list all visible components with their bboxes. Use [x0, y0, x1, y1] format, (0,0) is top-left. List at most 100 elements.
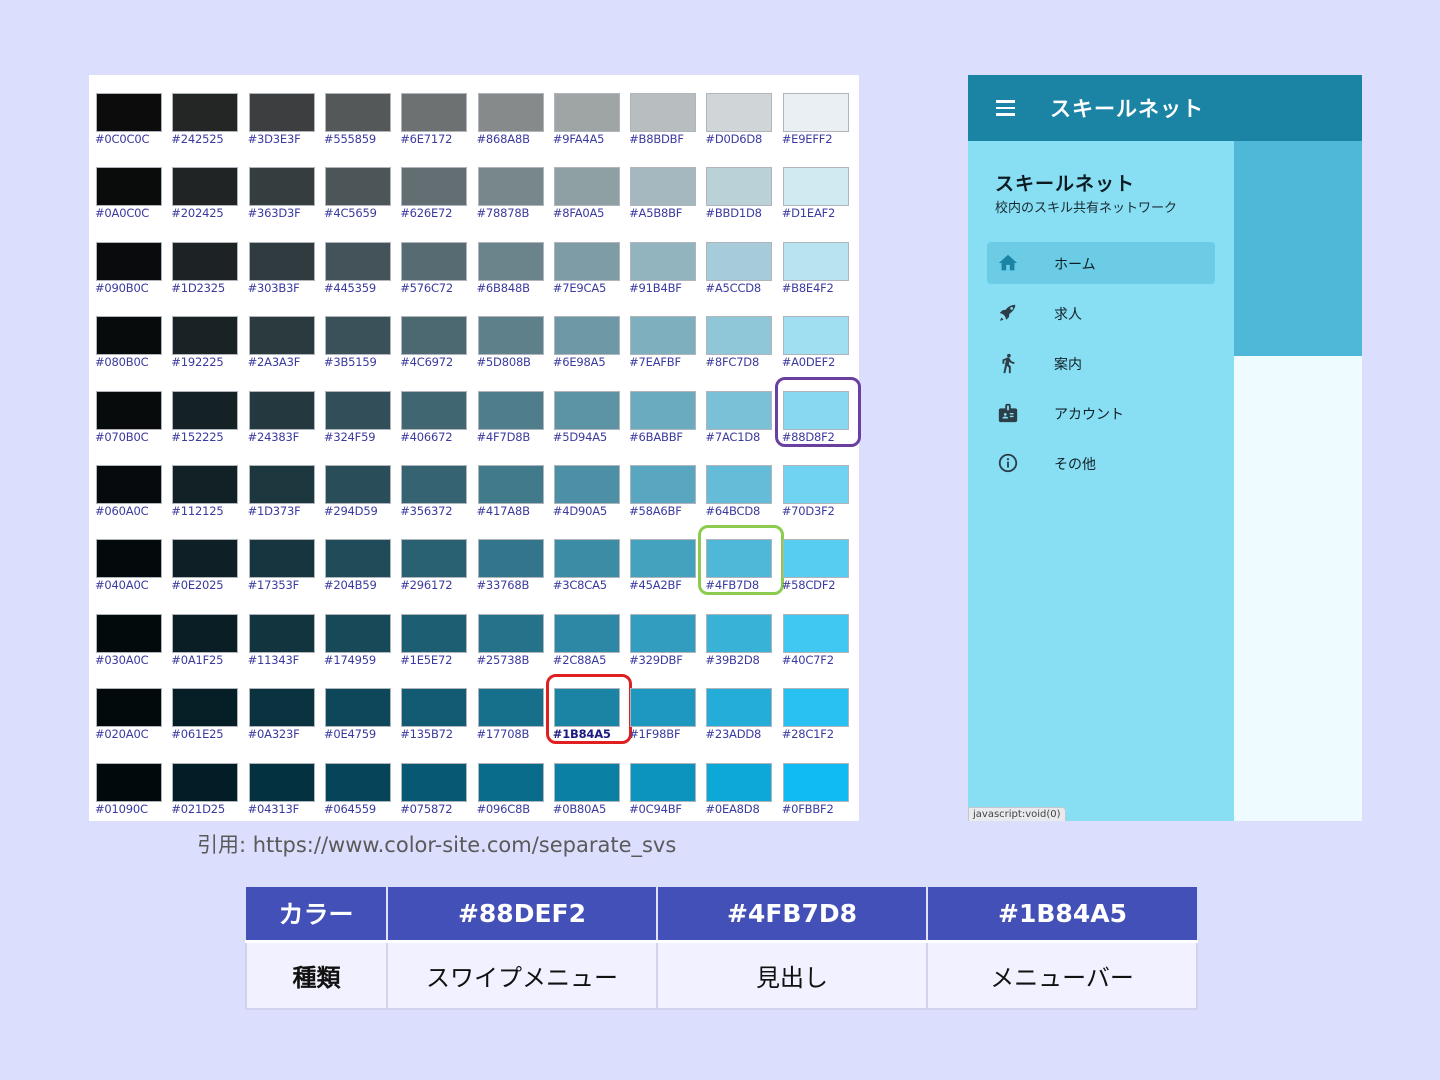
color-code-label: #060A0C: [95, 504, 149, 518]
color-code-label: #A5CCD8: [705, 280, 762, 295]
color-swatch: [477, 167, 544, 207]
color-code-label: #B8BDBF: [629, 132, 684, 146]
color-swatch: [172, 390, 239, 430]
color-code-label: #39B2D8: [705, 652, 760, 667]
color-swatch-cell: #0A1F25: [165, 596, 241, 670]
color-swatch-cell: #BBD1D8: [699, 149, 775, 223]
color-swatch: [706, 167, 773, 207]
color-swatch-cell: #A5CCD8: [699, 224, 775, 298]
color-code-label: #9FA4A5: [552, 132, 605, 146]
color-swatch-cell: #356372: [394, 447, 470, 521]
color-code-label: #1D2325: [171, 280, 225, 295]
color-code-label: #7AC1D8: [705, 429, 761, 444]
color-swatch: [706, 316, 773, 356]
color-swatch: [553, 316, 620, 356]
color-swatch-cell: #0FBBF2: [776, 745, 852, 819]
color-swatch-cell: #7E9CA5: [547, 224, 623, 298]
color-swatch-cell: #91B4BF: [623, 224, 699, 298]
color-swatch: [782, 390, 849, 430]
color-swatch: [248, 762, 315, 802]
color-code-label: #555859: [323, 132, 377, 146]
nav-item-other[interactable]: その他: [987, 442, 1215, 484]
app-mockup: スキールネット スキールネット 校内のスキル共有ネットワーク ホーム 求人 案内: [968, 75, 1362, 821]
color-swatch: [401, 93, 468, 132]
color-code-label: #0EA8D8: [705, 801, 760, 816]
color-swatch: [324, 316, 391, 356]
color-swatch-cell: #3D3E3F: [242, 75, 318, 149]
drawer-title: スキールネット: [995, 173, 1136, 195]
color-code-label: #B8E4F2: [781, 280, 834, 295]
color-swatch: [782, 167, 849, 207]
table-header-row: カラー #88DEF2 #4FB7D8 #1B84A5: [246, 887, 1197, 943]
color-swatch: [96, 613, 162, 653]
color-swatch-cell: #4FB7D8: [699, 521, 775, 595]
color-swatch-cell: #D0D6D8: [699, 75, 775, 149]
color-swatch: [324, 613, 391, 653]
nav-item-account[interactable]: アカウント: [987, 392, 1215, 434]
color-swatch-cell: #868A8B: [471, 75, 547, 149]
color-swatch: [324, 241, 391, 281]
color-swatch: [477, 316, 544, 356]
color-swatch: [630, 390, 697, 430]
color-swatch-cell: #8FA0A5: [547, 149, 623, 223]
color-code-label: #0C0C0C: [95, 132, 150, 146]
color-code-label: #28C1F2: [781, 727, 834, 742]
color-swatch: [477, 688, 544, 728]
color-swatch-cell: #33768B: [471, 521, 547, 595]
color-swatch-cell: #021D25: [165, 745, 241, 819]
color-swatch: [553, 241, 620, 281]
color-code-label: #1F98BF: [629, 727, 681, 742]
color-code-label: #329DBF: [629, 652, 683, 667]
color-code-label: #135B72: [400, 727, 453, 742]
color-swatch-cell: #B8E4F2: [776, 224, 852, 298]
drawer-subtitle: 校内のスキル共有ネットワーク: [995, 201, 1178, 216]
color-code-label: #030A0C: [95, 652, 149, 667]
nav-item-jobs[interactable]: 求人: [987, 292, 1215, 334]
color-swatch-cell: #40C7F2: [776, 596, 852, 670]
color-code-label: #192225: [171, 355, 224, 370]
color-swatch-cell: #70D3F2: [776, 447, 852, 521]
color-code-label: #075872: [400, 801, 453, 816]
color-swatch-cell: #080B0C: [89, 298, 165, 372]
color-swatch: [553, 613, 620, 653]
color-swatch-cell: #1E5E72: [394, 596, 470, 670]
color-swatch: [96, 390, 162, 430]
color-swatch: [477, 762, 544, 802]
color-swatch: [553, 688, 620, 728]
color-code-label: #0A323F: [247, 727, 300, 742]
color-swatch-cell: #17353F: [242, 521, 318, 595]
color-swatch: [172, 316, 239, 356]
color-code-label: #4FB7D8: [705, 578, 759, 593]
color-code-label: #296172: [400, 578, 453, 593]
color-swatch: [477, 241, 544, 281]
nav-item-guide[interactable]: 案内: [987, 342, 1215, 384]
color-swatch-cell: #24383F: [242, 373, 318, 447]
color-swatch: [553, 539, 620, 579]
color-swatch: [401, 465, 468, 504]
color-code-label: #1B84A5: [552, 727, 611, 742]
color-swatch-cell: #303B3F: [242, 224, 318, 298]
color-swatch-cell: #202425: [165, 149, 241, 223]
color-swatch-cell: #061E25: [165, 670, 241, 744]
color-swatch: [782, 241, 849, 281]
color-swatch-cell: #6B848B: [471, 224, 547, 298]
color-swatch-cell: #090B0C: [89, 224, 165, 298]
color-swatch-cell: #39B2D8: [699, 596, 775, 670]
color-swatch-cell: #0EA8D8: [699, 745, 775, 819]
color-swatch-cell: #88D8F2: [776, 373, 852, 447]
hamburger-menu-icon[interactable]: [996, 100, 1015, 116]
color-palette-panel: #0C0C0C #242525 #3D3E3F #555859 #6E7172 #868A…: [89, 75, 861, 821]
color-swatch-cell: #17708B: [471, 670, 547, 744]
color-code-label: #3C8CA5: [552, 578, 607, 593]
color-swatch-cell: #1B84A5: [547, 670, 623, 744]
color-code-label: #363D3F: [247, 206, 301, 221]
color-code-label: #6B848B: [476, 280, 530, 295]
color-swatch: [248, 241, 315, 281]
color-code-label: #061E25: [171, 727, 224, 742]
color-code-label: #445359: [323, 280, 377, 295]
nav-item-home[interactable]: ホーム: [987, 242, 1215, 284]
color-swatch: [706, 688, 773, 728]
color-swatch: [477, 539, 544, 579]
color-swatch: [553, 93, 620, 132]
color-code-label: #4C5659: [323, 206, 377, 221]
